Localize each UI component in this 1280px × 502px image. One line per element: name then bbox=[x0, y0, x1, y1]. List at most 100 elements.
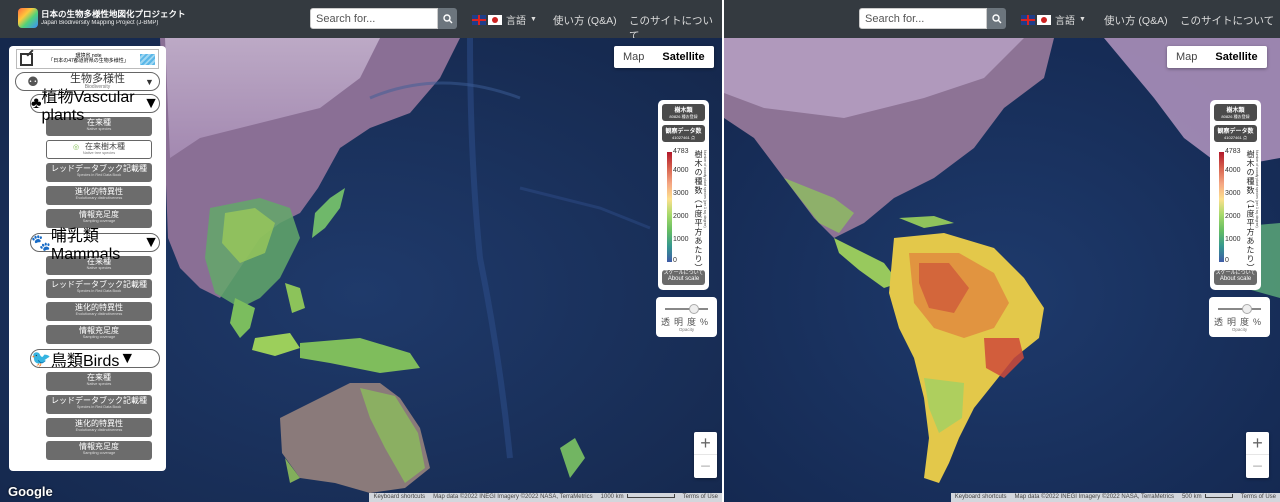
legend-obs-sub: 41027461 点 bbox=[672, 135, 695, 140]
search-button[interactable] bbox=[987, 8, 1006, 29]
group-label: 生物多様性 bbox=[70, 72, 125, 85]
language-dropdown[interactable]: 言語 ▼ bbox=[472, 12, 537, 27]
layer-button-plants-native-trees[interactable]: 在来樹木種Native tree species bbox=[46, 140, 152, 159]
layer-button-plants-evolutionary[interactable]: 進化的特異性 Evolutionary distinctiveness bbox=[46, 186, 152, 205]
language-label: 言語 bbox=[506, 16, 526, 27]
left-map-pane: 日本の生物多様性地図化プロジェクト Japan Biodiversity Map… bbox=[0, 0, 722, 502]
group-label: 鳥類 bbox=[50, 352, 83, 370]
layer-sidebar: 環境省 note 「日本の47都道府県の生物多様性」 ⚉ 生物多様性 Biodiv… bbox=[9, 46, 166, 471]
pencil-icon bbox=[20, 52, 33, 66]
brand[interactable]: 日本の生物多様性地図化プロジェクト Japan Biodiversity Map… bbox=[18, 8, 186, 28]
legend-obs-title: 観察データ数 bbox=[665, 129, 702, 135]
layer-button-mammals-coverage[interactable]: 情報充足度 Sampling coverage bbox=[46, 325, 152, 344]
zoom-in-button[interactable]: + bbox=[1246, 432, 1269, 455]
color-legend: 樹木類 80826 種お登録 観察データ数 41027461 点 4783 4000… bbox=[1210, 100, 1261, 290]
group-label: 植物 bbox=[41, 88, 74, 106]
layer-label: レッドデータブック記載種 bbox=[51, 164, 147, 173]
google-logo: Google bbox=[8, 484, 53, 499]
about-scale-button[interactable]: スケールについて About scale bbox=[1214, 270, 1257, 285]
map-type-satellite-button[interactable]: Satellite bbox=[1206, 46, 1266, 68]
opacity-slider-handle[interactable] bbox=[689, 304, 699, 314]
opacity-slider-track[interactable] bbox=[665, 308, 708, 310]
layer-button-mammals-red-data[interactable]: レッドデータブック記載種 Species in Red Data Book bbox=[46, 279, 152, 298]
zoom-out-button[interactable]: − bbox=[1246, 455, 1269, 478]
search-box bbox=[310, 8, 457, 29]
logo-icon bbox=[18, 8, 38, 28]
legend-title: 樹木類 bbox=[1226, 108, 1245, 114]
layer-sublabel: Evolutionary distinctiveness bbox=[75, 312, 123, 316]
group-birds[interactable]: 🐦 鳥類Birds ▼ bbox=[30, 349, 160, 370]
scale-en: About scale bbox=[667, 276, 700, 282]
zoom-out-button[interactable]: − bbox=[694, 455, 717, 478]
layer-label: 在来樹木種 bbox=[47, 143, 151, 151]
legend-tick: 3000 bbox=[1225, 190, 1241, 197]
search-button[interactable] bbox=[438, 8, 457, 29]
howto-link[interactable]: 使い方 (Q&A) bbox=[1104, 13, 1168, 28]
legend-tick: 0 bbox=[673, 257, 677, 264]
layer-sublabel: Species in Red Data Book bbox=[76, 289, 122, 293]
group-sublabel: Birds bbox=[82, 352, 120, 370]
banner-subtitle: 「日本の47都道府県の生物多様性」 bbox=[48, 58, 129, 64]
layer-button-birds-coverage[interactable]: 情報充足度 Sampling coverage bbox=[46, 441, 152, 460]
legend-title-sub: 80826 種お登録 bbox=[669, 114, 698, 119]
layer-label: 進化的特異性 bbox=[75, 303, 123, 312]
legend-tick-max: 4783 bbox=[1225, 148, 1241, 155]
group-biodiversity[interactable]: ⚉ 生物多様性 Biodiversity ▼ bbox=[15, 72, 160, 91]
layer-label: レッドデータブック記載種 bbox=[51, 396, 147, 405]
color-ramp bbox=[667, 152, 672, 262]
opacity-slider-track[interactable] bbox=[1218, 308, 1261, 310]
opacity-control: 透明度% Opacity bbox=[656, 297, 717, 337]
scale-text: 1000 km bbox=[600, 494, 624, 500]
layer-button-birds-red-data[interactable]: レッドデータブック記載種 Species in Red Data Book bbox=[46, 395, 152, 414]
terms-link[interactable]: Terms of Use bbox=[1237, 493, 1280, 502]
search-input[interactable] bbox=[310, 8, 438, 29]
opacity-slider-handle[interactable] bbox=[1242, 304, 1252, 314]
map-type-map-button[interactable]: Map bbox=[614, 46, 653, 68]
legend-vertical-sub: Number of woody plant species (per 1 sq.… bbox=[1255, 150, 1259, 228]
group-mammals[interactable]: 🐾 哺乳類Mammals ▼ bbox=[30, 228, 160, 263]
uk-flag-icon bbox=[472, 14, 486, 25]
layer-sublabel: Native species bbox=[86, 382, 112, 386]
color-legend: 樹木類 80826 種お登録 観察データ数 41027461 点 4783 4000… bbox=[658, 100, 709, 290]
terms-link[interactable]: Terms of Use bbox=[679, 493, 722, 502]
search-box bbox=[859, 8, 1006, 29]
language-dropdown[interactable]: 言語 ▼ bbox=[1021, 12, 1086, 27]
layer-sublabel: Species in Red Data Book bbox=[76, 173, 122, 177]
map-canvas[interactable]: Map Satellite 樹木類 80826 種お登録 観察データ数 410274… bbox=[724, 38, 1280, 502]
scale-en: About scale bbox=[1219, 276, 1252, 282]
group-sublabel: Biodiversity bbox=[84, 83, 111, 90]
layer-sublabel: Evolutionary distinctiveness bbox=[75, 428, 123, 432]
legend-title: 樹木類 bbox=[674, 108, 693, 114]
legend-tick: 2000 bbox=[1225, 213, 1241, 220]
layer-label: 情報充足度 bbox=[79, 442, 119, 451]
about-link[interactable]: このサイトについて bbox=[1180, 13, 1274, 28]
layer-label: レッドデータブック記載種 bbox=[51, 280, 147, 289]
layer-button-plants-red-data[interactable]: レッドデータブック記載種 Species in Red Data Book bbox=[46, 163, 152, 182]
scale-bar[interactable]: 500 km bbox=[1178, 493, 1237, 502]
navbar: 言語 ▼ 使い方 (Q&A) このサイトについて bbox=[724, 0, 1280, 38]
layer-sublabel: Evolutionary distinctiveness bbox=[75, 196, 123, 200]
map-canvas[interactable]: 環境省 note 「日本の47都道府県の生物多様性」 ⚉ 生物多様性 Biodiv… bbox=[0, 38, 722, 502]
layer-button-mammals-evolutionary[interactable]: 進化的特異性 Evolutionary distinctiveness bbox=[46, 302, 152, 321]
about-scale-button[interactable]: スケールについて About scale bbox=[662, 270, 705, 285]
group-plants[interactable]: ♣ 植物Vascular plants ▼ bbox=[30, 89, 160, 124]
legend-tick: 1000 bbox=[1225, 236, 1241, 243]
legend-title-box: 樹木類 80826 種お登録 bbox=[1214, 104, 1257, 121]
legend-vertical-sub: Number of woody plant species (per 1 sq.… bbox=[703, 150, 707, 228]
legend-obs-title: 観察データ数 bbox=[1217, 129, 1254, 135]
layer-button-birds-evolutionary[interactable]: 進化的特異性 Evolutionary distinctiveness bbox=[46, 418, 152, 437]
map-type-map-button[interactable]: Map bbox=[1167, 46, 1206, 68]
scale-bar[interactable]: 1000 km bbox=[597, 493, 679, 502]
chevron-down-icon: ▼ bbox=[1079, 16, 1086, 23]
layer-sublabel: Native species bbox=[86, 266, 112, 270]
keyboard-shortcuts-link[interactable]: Keyboard shortcuts bbox=[369, 493, 429, 502]
layer-label: 情報充足度 bbox=[79, 326, 119, 335]
search-input[interactable] bbox=[859, 8, 987, 29]
layer-button-birds-native[interactable]: 在来種 Native species bbox=[46, 372, 152, 391]
chevron-down-icon: ▼ bbox=[530, 16, 537, 23]
map-type-satellite-button[interactable]: Satellite bbox=[653, 46, 713, 68]
howto-link[interactable]: 使い方 (Q&A) bbox=[553, 13, 617, 28]
note-banner[interactable]: 環境省 note 「日本の47都道府県の生物多様性」 bbox=[16, 49, 159, 69]
keyboard-shortcuts-link[interactable]: Keyboard shortcuts bbox=[951, 493, 1011, 502]
zoom-in-button[interactable]: + bbox=[694, 432, 717, 455]
